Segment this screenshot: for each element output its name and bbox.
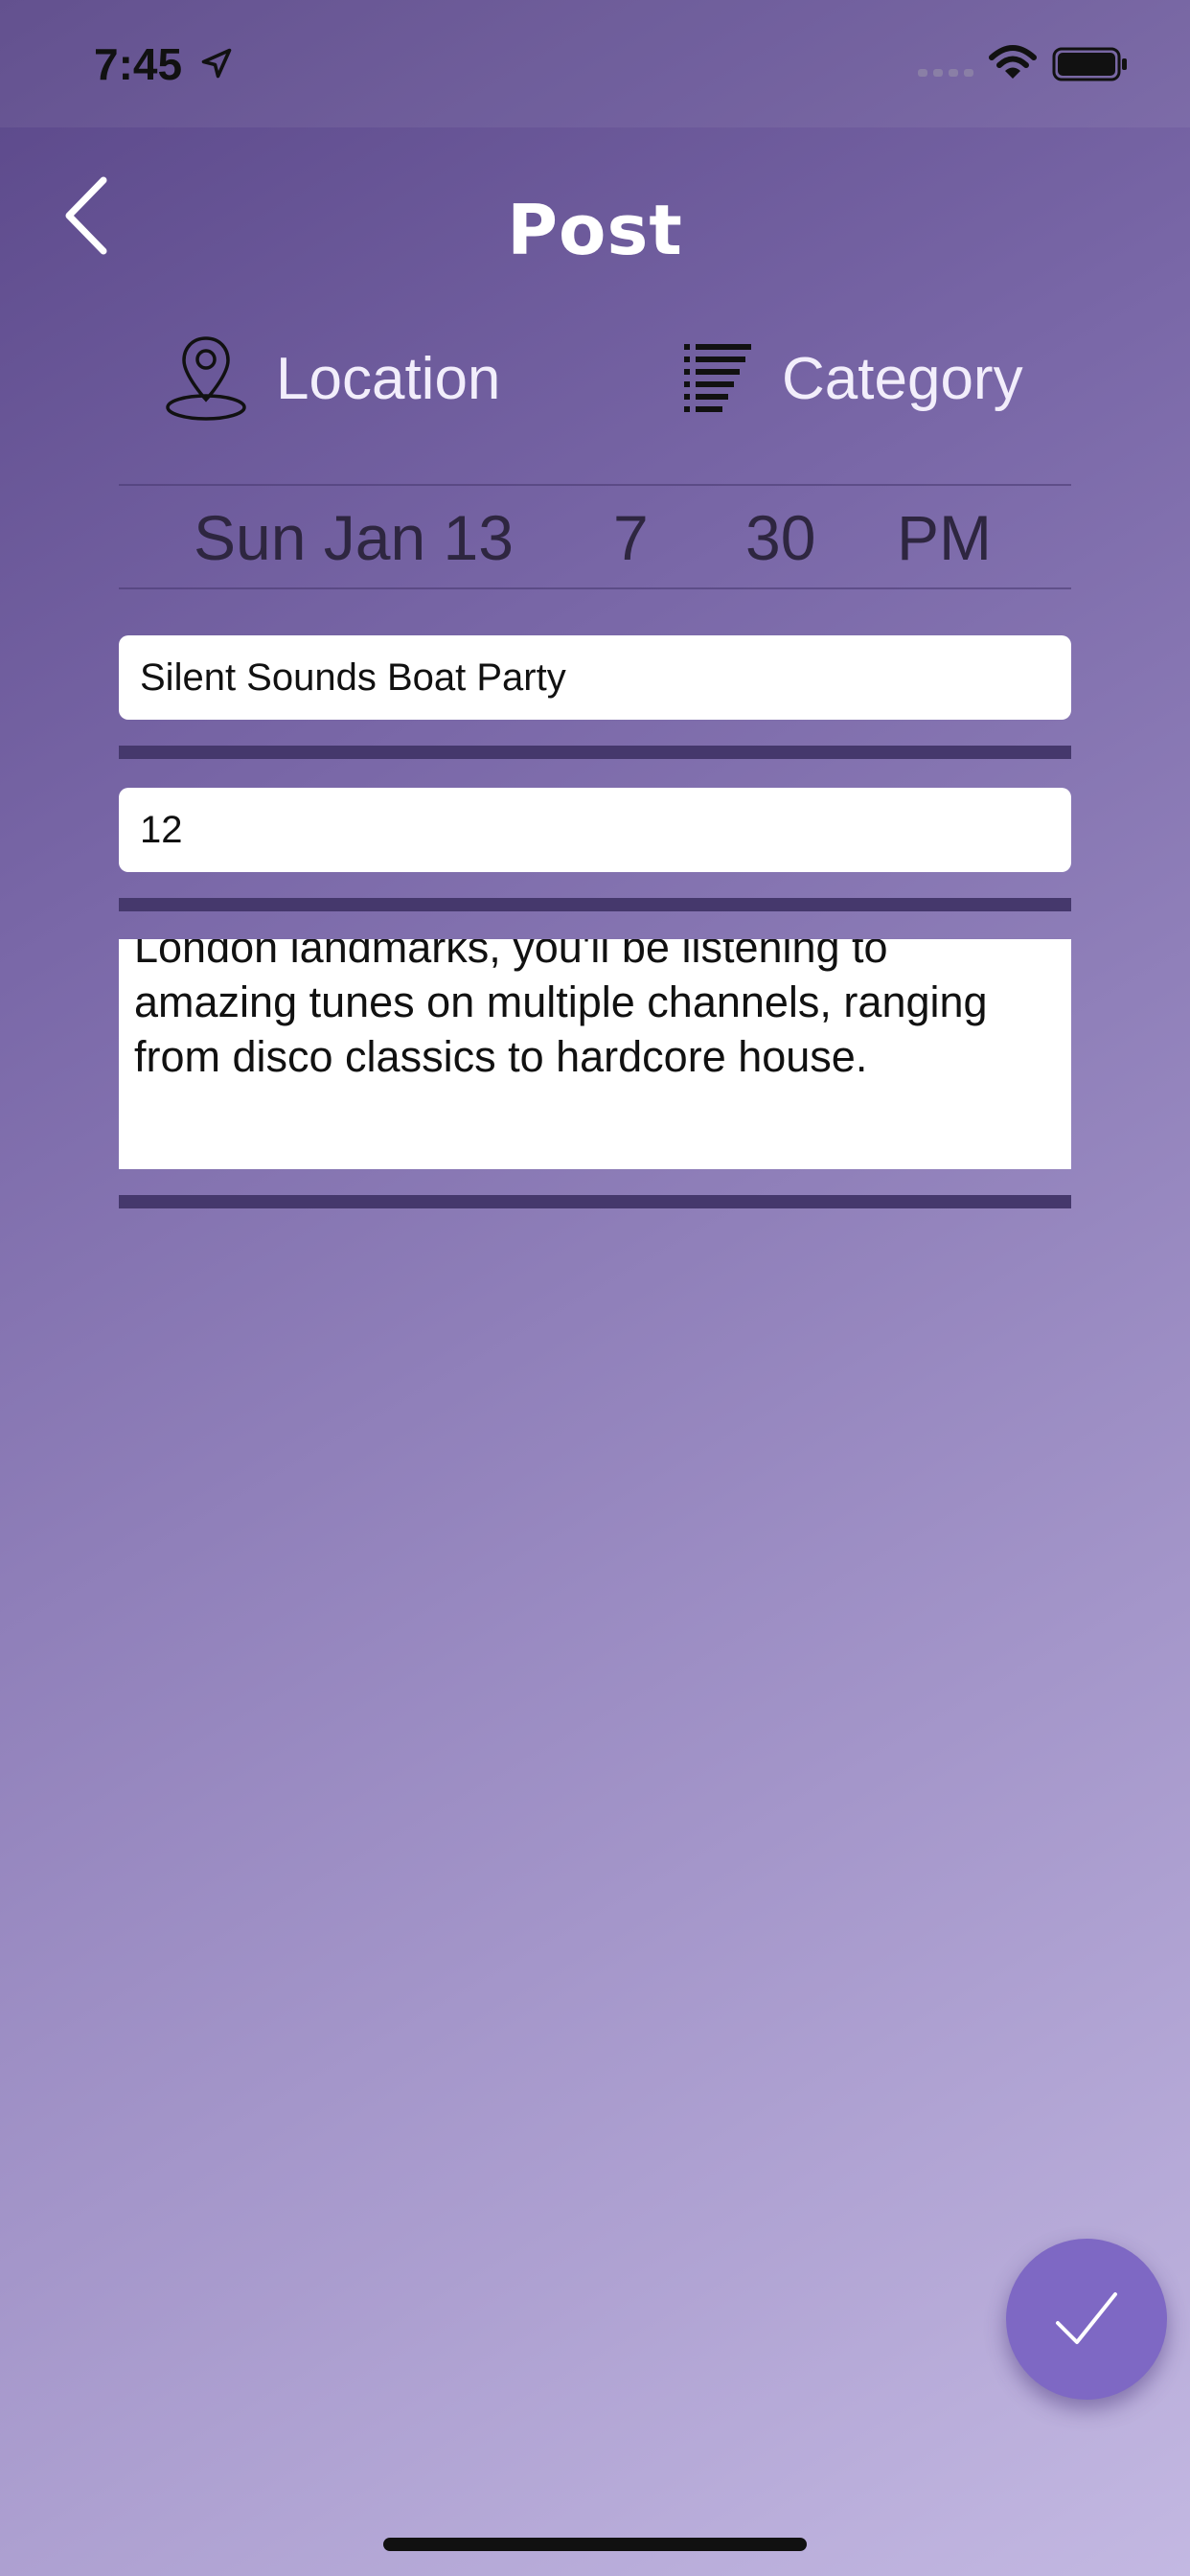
location-button[interactable]: Location [163, 326, 500, 431]
status-bar: 7:45 [0, 0, 1190, 127]
submit-button[interactable] [1006, 2239, 1167, 2400]
cellular-signal-icon [918, 69, 973, 77]
location-arrow-icon [201, 48, 232, 79]
page-title: Post [507, 190, 683, 270]
list-icon [684, 344, 751, 412]
description-textarea[interactable]: London landmarks, you'll be listening to… [119, 939, 1071, 1169]
category-label: Category [782, 345, 1023, 412]
wifi-icon [989, 45, 1037, 79]
description-text: London landmarks, you'll be listening to… [134, 939, 988, 1081]
category-button[interactable]: Category [682, 326, 1023, 431]
number-input[interactable] [119, 788, 1071, 872]
picker-minute[interactable]: 30 [745, 501, 815, 574]
battery-icon [1052, 47, 1127, 81]
divider [119, 1195, 1071, 1208]
location-label: Location [276, 345, 501, 412]
home-indicator [383, 2538, 807, 2551]
picker-ampm[interactable]: PM [897, 501, 992, 574]
status-time: 7:45 [94, 39, 183, 89]
picker-hour[interactable]: 7 [613, 501, 649, 574]
divider [119, 898, 1071, 911]
divider [119, 746, 1071, 759]
date-time-picker[interactable]: Sun Jan 13 7 30 PM [119, 484, 1071, 589]
title-input[interactable] [119, 635, 1071, 720]
map-pin-icon [166, 336, 246, 421]
picker-date[interactable]: Sun Jan 13 [194, 501, 514, 574]
checkmark-icon [1056, 2292, 1117, 2344]
